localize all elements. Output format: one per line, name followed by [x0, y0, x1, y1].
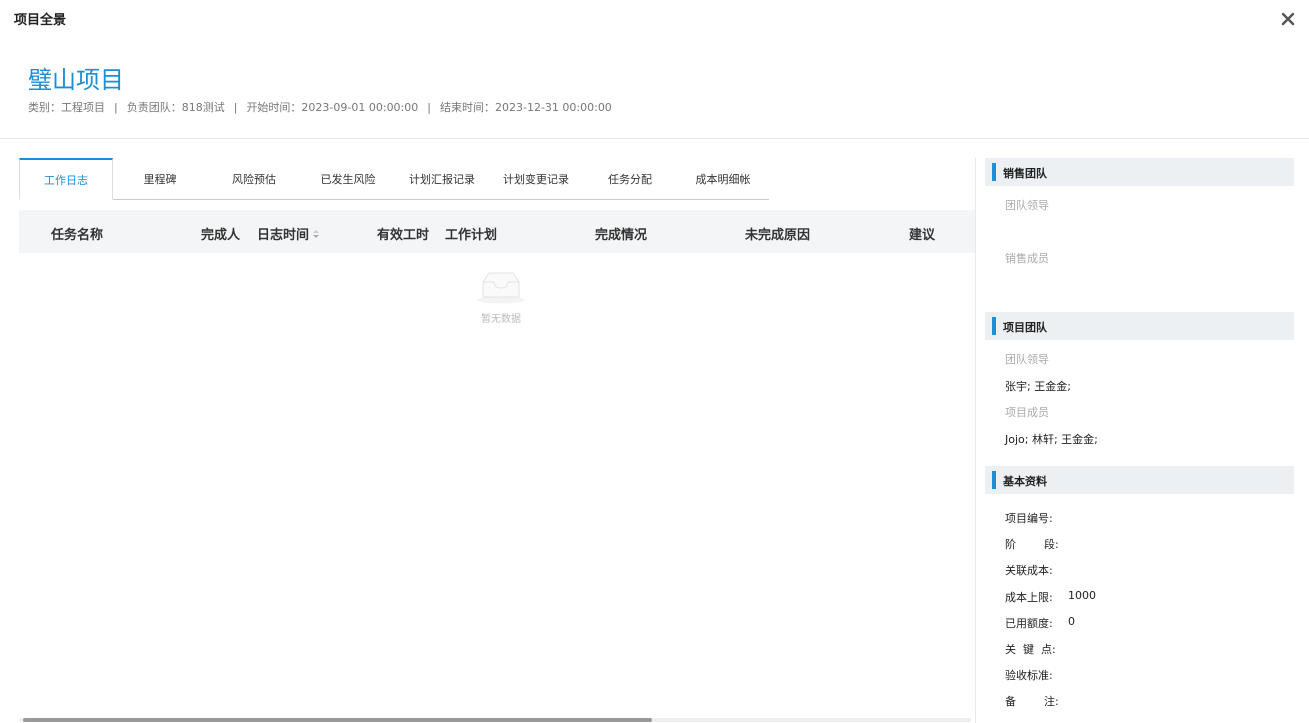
meta-start-time: 开始时间：2023-09-01 00:00:00	[246, 101, 419, 114]
panel-divider	[975, 158, 976, 723]
col-suggestion[interactable]: 建议	[909, 224, 935, 243]
project-members-label: 项目成员	[1005, 406, 1049, 419]
field-cost-limit-value: 1000	[1068, 589, 1096, 602]
col-incomplete-reason[interactable]: 未完成原因	[745, 224, 810, 243]
close-icon[interactable]	[1277, 8, 1299, 30]
project-members-value: Jojo; 林轩; 王金金;	[1005, 433, 1098, 446]
project-header: 璧山项目 类别：工程项目 | 负责团队：818测试 | 开始时间：2023-09-01 …	[0, 38, 1309, 139]
section-basic-info: 基本资料	[985, 466, 1294, 494]
col-completer[interactable]: 完成人	[201, 224, 240, 243]
main-panel: 工作日志 里程碑 风险预估 已发生风险 计划汇报记录 计划变更记录 任务分配 成…	[19, 158, 975, 723]
tab-cost-detail[interactable]: 成本明细帐	[677, 158, 769, 199]
field-used-amount-label: 已用额度:	[1005, 617, 1053, 630]
col-effective-hours[interactable]: 有效工时	[377, 224, 429, 243]
empty-text: 暂无数据	[481, 314, 521, 325]
field-cost-limit-label: 成本上限:	[1005, 591, 1053, 604]
table-header: 任务名称 完成人 日志时间 有效工时 工作计划 完成情况 未完成原因 建议	[19, 210, 975, 253]
scrollbar-thumb[interactable]	[23, 718, 652, 722]
project-meta: 类别：工程项目 | 负责团队：818测试 | 开始时间：2023-09-01 00:00…	[28, 99, 612, 115]
meta-separator: |	[233, 101, 238, 114]
meta-category: 类别：工程项目	[28, 101, 105, 114]
tab-task-assign[interactable]: 任务分配	[583, 158, 677, 199]
section-title: 销售团队	[1003, 167, 1047, 180]
sort-icon[interactable]	[312, 228, 320, 243]
col-work-plan[interactable]: 工作计划	[445, 224, 497, 243]
field-acceptance-label: 验收标准:	[1005, 669, 1053, 682]
empty-box-icon	[477, 272, 525, 304]
sales-members-label: 销售成员	[1005, 252, 1049, 265]
field-remarks-label: 备 注:	[1005, 695, 1059, 708]
col-log-time-label: 日志时间	[257, 228, 310, 243]
modal-header: 项目全景	[0, 0, 1309, 38]
section-sales-team: 销售团队	[985, 158, 1294, 186]
project-leader-label: 团队领导	[1005, 353, 1049, 366]
section-title: 项目团队	[1003, 321, 1047, 334]
section-project-team: 项目团队	[985, 312, 1294, 340]
section-accent-bar	[992, 163, 996, 181]
col-completion[interactable]: 完成情况	[595, 224, 647, 243]
section-accent-bar	[992, 471, 996, 489]
field-stage-label: 阶 段:	[1005, 538, 1059, 551]
section-title: 基本资料	[1003, 475, 1047, 488]
field-key-points-label: 关 键 点:	[1005, 643, 1056, 656]
sales-leader-label: 团队领导	[1005, 199, 1049, 212]
section-accent-bar	[992, 317, 996, 335]
meta-separator: |	[114, 101, 118, 114]
tab-occurred-risk[interactable]: 已发生风险	[301, 158, 395, 199]
meta-separator: |	[427, 101, 431, 114]
horizontal-scrollbar[interactable]	[19, 718, 971, 722]
meta-team: 负责团队：818测试	[126, 101, 225, 114]
tab-work-log[interactable]: 工作日志	[19, 158, 113, 200]
project-leader-value: 张宇; 王金金;	[1005, 380, 1071, 393]
tab-plan-report[interactable]: 计划汇报记录	[395, 158, 489, 199]
field-related-cost-label: 关联成本:	[1005, 564, 1053, 577]
field-used-amount-value: 0	[1068, 615, 1075, 628]
meta-end-time: 结束时间：2023-12-31 00:00:00	[439, 101, 612, 114]
project-name: 璧山项目	[28, 66, 124, 94]
col-task-name[interactable]: 任务名称	[51, 224, 103, 243]
field-project-code-label: 项目编号:	[1005, 512, 1053, 525]
col-log-time[interactable]: 日志时间	[257, 224, 320, 243]
tab-risk-estimate[interactable]: 风险预估	[207, 158, 301, 199]
tab-bar: 工作日志 里程碑 风险预估 已发生风险 计划汇报记录 计划变更记录 任务分配 成…	[19, 158, 769, 200]
modal-title: 项目全景	[14, 13, 67, 28]
tab-milestone[interactable]: 里程碑	[113, 158, 207, 199]
empty-state: 暂无数据	[473, 270, 529, 325]
tab-plan-change[interactable]: 计划变更记录	[489, 158, 583, 199]
